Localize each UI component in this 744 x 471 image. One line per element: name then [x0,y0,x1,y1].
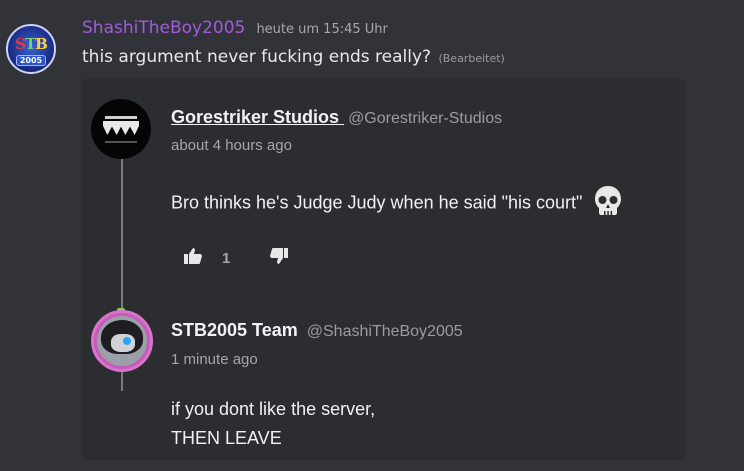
thumbs-up-icon[interactable] [184,248,202,269]
message-content: this argument never fucking ends really?… [82,47,505,67]
skull-icon [593,185,623,222]
user-avatar[interactable]: STB 2005 [6,24,56,74]
comment-body-1: Bro thinks he's Judge Judy when he said … [171,185,623,222]
edited-label: (Bearbeitet) [438,52,505,65]
comment-text-1: Bro thinks he's Judge Judy when he said … [171,192,583,213]
comment-embed[interactable]: Gorestriker Studios @Gorestriker-Studios… [81,78,686,460]
message-text: this argument never fucking ends really? [82,47,432,67]
stb2005-team-avatar [91,310,153,372]
comment-actions-1: 1 [184,248,289,269]
comment-author-name-2: STB2005 Team [171,320,298,340]
gorestriker-avatar [91,99,151,159]
message-header: ShashiTheBoy2005 heute um 15:45 Uhr [82,18,388,38]
comment-time-1: about 4 hours ago [171,137,292,154]
thumbs-down-icon[interactable] [270,248,289,269]
comment-author-name-1: Gorestriker Studios [171,107,340,127]
message-timestamp: heute um 15:45 Uhr [256,22,388,37]
avatar-year-text: 2005 [16,55,46,66]
avatar-logo-text: STB [15,35,48,53]
comment-author-2: STB2005 Team @ShashiTheBoy2005 [171,320,463,341]
message-username[interactable]: ShashiTheBoy2005 [82,18,245,38]
comment-line-1: if you dont like the server, [171,399,376,419]
comment-line-2: THEN LEAVE [171,428,282,448]
comment-handle-2: @ShashiTheBoy2005 [306,323,463,340]
comment-author-1: Gorestriker Studios @Gorestriker-Studios [171,107,502,128]
comment-handle-1: @Gorestriker-Studios [348,110,503,127]
like-count: 1 [222,250,231,267]
comment-time-2: 1 minute ago [171,351,258,368]
